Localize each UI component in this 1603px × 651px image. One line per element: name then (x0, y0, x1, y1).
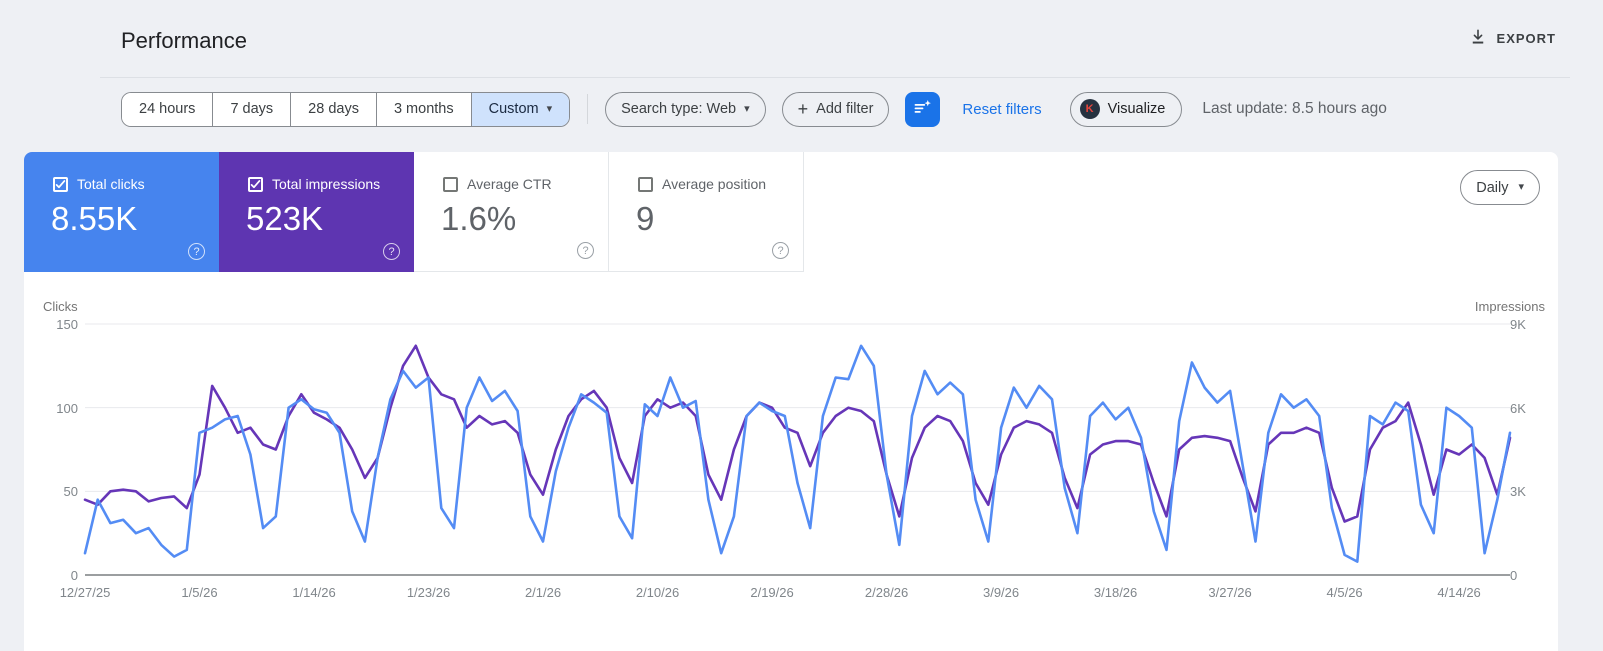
date-range-7-days[interactable]: 7 days (213, 92, 292, 126)
x-tick-label: 2/19/26 (750, 585, 794, 600)
plus-icon: + (797, 99, 809, 119)
last-update-text: Last update: 8.5 hours ago (1202, 100, 1387, 117)
checkbox-unchecked-icon[interactable] (638, 176, 653, 192)
x-tick-label: 2/1/26 (524, 585, 562, 600)
x-tick-label: 4/14/26 (1437, 585, 1481, 600)
right-tick: 6K (1510, 401, 1526, 416)
date-range-3-months[interactable]: 3 months (376, 92, 472, 126)
metric-row: Total clicks 8.55K ? Total impressions 5… (24, 152, 1558, 272)
filter-bar: 24 hours 7 days 28 days 3 months Custom … (121, 91, 1583, 127)
date-range-custom[interactable]: Custom ▾ (471, 92, 570, 126)
performance-card: Total clicks 8.55K ? Total impressions 5… (24, 152, 1558, 651)
page-title: Performance (121, 28, 247, 53)
looker-k-icon: K (1079, 99, 1100, 119)
x-tick-label: 2/28/26 (864, 585, 909, 600)
left-tick: 150 (56, 317, 78, 332)
left-axis-title: Clicks (43, 299, 78, 314)
help-icon[interactable]: ? (772, 242, 789, 259)
chevron-down-icon: ▾ (1518, 181, 1524, 193)
left-tick: 50 (63, 484, 78, 499)
export-label: EXPORT (1496, 31, 1556, 46)
left-tick: 0 (70, 568, 78, 583)
metric-average-ctr[interactable]: Average CTR 1.6% ? (414, 152, 609, 272)
x-tick-label: 12/27/25 (59, 585, 111, 600)
granularity-dropdown[interactable]: Daily ▾ (1460, 170, 1540, 205)
total-clicks-value: 8.55K (51, 200, 138, 237)
metric-total-clicks[interactable]: Total clicks 8.55K ? (24, 152, 219, 272)
checkbox-checked-icon[interactable] (53, 176, 68, 192)
right-tick: 9K (1510, 317, 1526, 332)
metric-total-impressions[interactable]: Total impressions 523K ? (219, 152, 414, 272)
date-range-group: 24 hours 7 days 28 days 3 months Custom … (121, 91, 571, 127)
performance-line-chart[interactable] (83, 323, 1512, 576)
date-range-28-days[interactable]: 28 days (291, 92, 377, 126)
date-range-24-hours[interactable]: 24 hours (122, 92, 214, 126)
chevron-down-icon: ▾ (744, 102, 750, 115)
x-tick-label: 3/27/26 (1208, 585, 1252, 600)
filter-divider (587, 94, 589, 124)
filter-sparkle-icon (912, 97, 933, 121)
export-button[interactable]: EXPORT (1469, 28, 1556, 49)
right-tick: 3K (1510, 484, 1526, 499)
series-total-clicks (83, 344, 1512, 563)
average-position-value: 9 (636, 200, 655, 237)
chevron-down-icon: ▾ (546, 102, 553, 115)
search-type-dropdown[interactable]: Search type: Web ▾ (605, 91, 766, 127)
right-tick: 0 (1510, 568, 1518, 583)
header-divider (100, 77, 1570, 78)
right-axis-title: Impressions (1474, 299, 1545, 314)
help-icon[interactable]: ? (188, 243, 205, 260)
x-tick-label: 1/14/26 (292, 585, 336, 600)
checkbox-checked-icon[interactable] (248, 176, 263, 192)
checkbox-unchecked-icon[interactable] (443, 176, 458, 192)
metric-average-position[interactable]: Average position 9 ? (609, 152, 804, 272)
x-tick-label: 3/9/26 (982, 585, 1020, 600)
ai-filter-button[interactable] (905, 91, 941, 127)
add-filter-button[interactable]: + Add filter (781, 91, 890, 127)
x-tick-label: 1/5/26 (181, 585, 218, 600)
visualize-button[interactable]: K Visualize (1069, 91, 1183, 127)
help-icon[interactable]: ? (383, 243, 400, 260)
reset-filters-link[interactable]: Reset filters (962, 101, 1041, 118)
download-icon (1469, 28, 1487, 49)
average-ctr-value: 1.6% (441, 200, 517, 237)
x-tick-label: 2/10/26 (635, 585, 680, 600)
series-total-impressions (83, 344, 1512, 523)
x-tick-label: 3/18/26 (1093, 585, 1138, 600)
help-icon[interactable]: ? (577, 242, 594, 259)
x-tick-label: 1/23/26 (406, 585, 451, 600)
x-tick-label: 4/5/26 (1326, 585, 1363, 600)
left-tick: 100 (56, 401, 78, 416)
total-impressions-value: 523K (246, 200, 324, 237)
